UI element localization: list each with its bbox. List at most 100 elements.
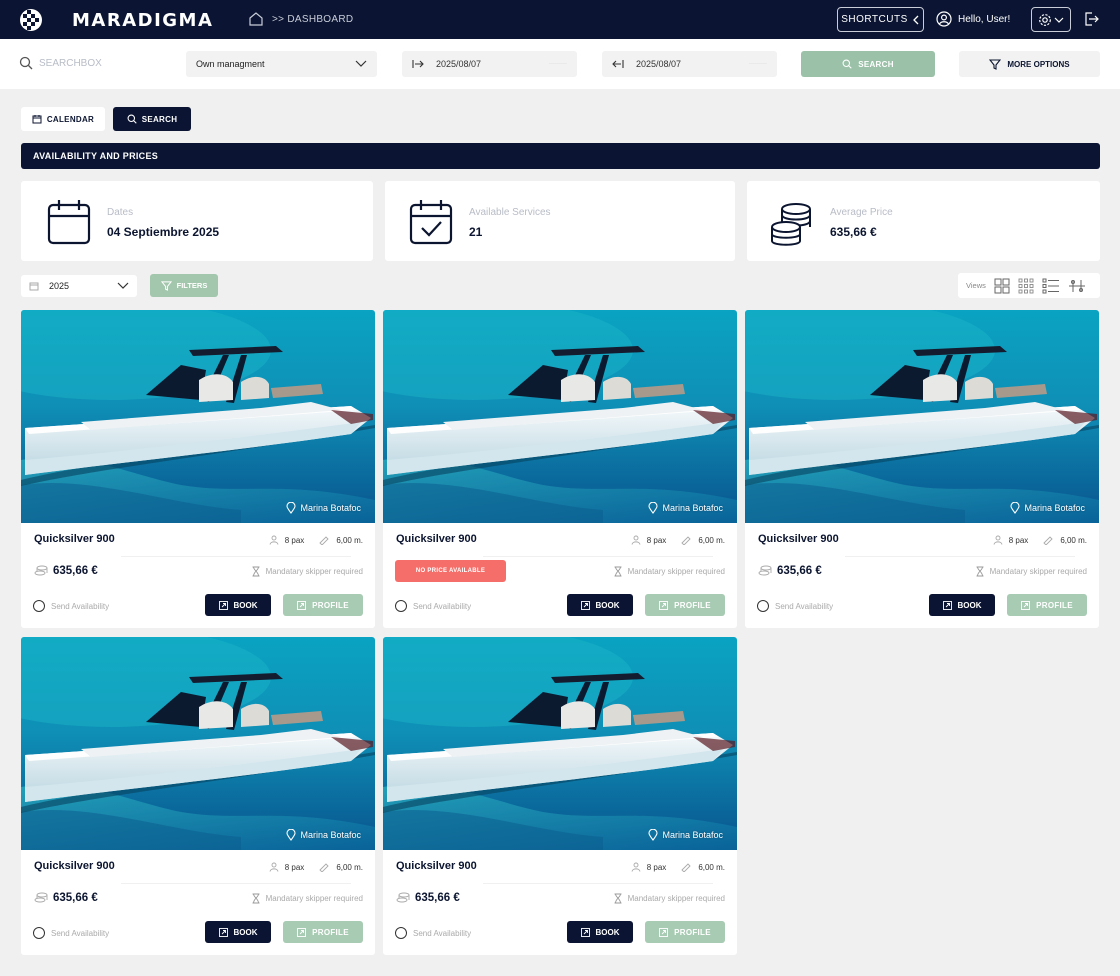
external-link-icon [580, 600, 590, 610]
location-pin-icon [286, 829, 297, 841]
boat-name[interactable]: Quicksilver 900 [34, 860, 115, 872]
grid-small-icon[interactable] [1018, 278, 1034, 294]
calendar-check-icon [409, 200, 453, 245]
search-icon [19, 56, 33, 70]
tab-search[interactable]: SEARCH [113, 107, 191, 131]
divider [483, 883, 713, 884]
send-availability-checkbox[interactable] [33, 600, 45, 612]
profile-label: PROFILE [1036, 600, 1073, 610]
search-bar: SEARCHBOX Own managment 2025/08/07 ·····… [0, 39, 1120, 89]
ruler-icon [319, 863, 329, 872]
brand-name[interactable]: MARADIGMA [72, 10, 213, 31]
boat-card[interactable]: Marina Botafoc Quicksilver 900 8 pax 6,0… [21, 310, 375, 628]
tab-calendar[interactable]: CALENDAR [21, 107, 105, 131]
home-icon[interactable] [248, 11, 264, 27]
logout-icon[interactable] [1083, 11, 1099, 27]
breadcrumb[interactable]: >> DASHBOARD [272, 14, 353, 25]
send-availability[interactable]: Send Availability [33, 600, 109, 612]
send-availability[interactable]: Send Availability [757, 600, 833, 612]
ruler-icon [319, 536, 329, 545]
boat-name[interactable]: Quicksilver 900 [396, 860, 477, 872]
pax-value: 8 pax [284, 535, 305, 545]
length-value: 6,00 m. [1060, 535, 1087, 545]
profile-button[interactable]: PROFILE [283, 594, 363, 616]
boat-name[interactable]: Quicksilver 900 [758, 533, 839, 545]
send-availability-checkbox[interactable] [757, 600, 769, 612]
profile-button[interactable]: PROFILE [1007, 594, 1087, 616]
book-button[interactable]: BOOK [205, 921, 271, 943]
external-link-icon [218, 927, 228, 937]
boat-card[interactable]: Marina Botafoc Quicksilver 900 8 pax 6,0… [745, 310, 1099, 628]
coins-icon [396, 892, 410, 903]
length-value: 6,00 m. [698, 535, 725, 545]
skipper-note: Mandatary skipper required [251, 566, 363, 577]
boat-specs: 8 pax 6,00 m. [631, 862, 725, 872]
calendar-icon [29, 282, 39, 291]
search-input[interactable]: SEARCHBOX [39, 58, 102, 69]
location-pin-icon [1010, 502, 1021, 514]
send-availability[interactable]: Send Availability [395, 600, 471, 612]
stat-price-label: Average Price [830, 207, 893, 218]
send-availability[interactable]: Send Availability [33, 927, 109, 939]
date-to-field[interactable]: 2025/08/07 ········· [602, 51, 777, 77]
send-availability-checkbox[interactable] [395, 600, 407, 612]
coins-icon [758, 565, 772, 576]
profile-button[interactable]: PROFILE [645, 594, 725, 616]
boat-photo[interactable] [383, 637, 737, 850]
location-label: Marina Botafoc [300, 503, 361, 513]
book-button[interactable]: BOOK [567, 921, 633, 943]
book-button[interactable]: BOOK [929, 594, 995, 616]
person-icon [269, 862, 279, 872]
management-value: Own managment [196, 59, 265, 69]
search-button[interactable]: SEARCH [801, 51, 935, 77]
boat-name[interactable]: Quicksilver 900 [396, 533, 477, 545]
management-select[interactable]: Own managment [186, 51, 377, 77]
price-value: 635,66 € [777, 565, 822, 577]
boat-specs: 8 pax 6,00 m. [631, 535, 725, 545]
timeline-icon[interactable] [1068, 278, 1086, 294]
boat-photo[interactable] [745, 310, 1099, 523]
views-switcher: Views [958, 273, 1100, 298]
profile-button[interactable]: PROFILE [645, 921, 725, 943]
boat-card[interactable]: Marina Botafoc Quicksilver 900 8 pax 6,0… [383, 310, 737, 628]
arrow-left-bar-icon [612, 60, 624, 68]
profile-label: PROFILE [674, 600, 711, 610]
shortcuts-button[interactable]: SHORTCUTS [837, 7, 924, 32]
profile-button[interactable]: PROFILE [283, 921, 363, 943]
send-availability[interactable]: Send Availability [395, 927, 471, 939]
filters-button[interactable]: FILTERS [150, 274, 218, 297]
book-button[interactable]: BOOK [567, 594, 633, 616]
date-from-field[interactable]: 2025/08/07 ········· [402, 51, 577, 77]
user-greeting: Hello, User! [958, 13, 1011, 25]
grid-large-icon[interactable] [994, 278, 1010, 294]
send-availability-checkbox[interactable] [33, 927, 45, 939]
book-button[interactable]: BOOK [205, 594, 271, 616]
no-price-badge: NO PRICE AVAILABLE [395, 560, 506, 582]
logo-icon[interactable] [19, 8, 43, 32]
boat-photo[interactable] [21, 310, 375, 523]
profile-label: PROFILE [674, 927, 711, 937]
boat-name[interactable]: Quicksilver 900 [34, 533, 115, 545]
skipper-note: Mandatary skipper required [251, 893, 363, 904]
send-availability-checkbox[interactable] [395, 927, 407, 939]
boat-card[interactable]: Marina Botafoc Quicksilver 900 8 pax 6,0… [383, 637, 737, 955]
boat-photo[interactable] [21, 637, 375, 850]
search-box[interactable]: SEARCHBOX [19, 56, 102, 70]
tab-search-label: SEARCH [141, 114, 178, 124]
divider [121, 556, 351, 557]
location-label: Marina Botafoc [662, 503, 723, 513]
user-menu[interactable]: Hello, User! [936, 11, 1010, 27]
pax-value: 8 pax [646, 862, 667, 872]
more-options-button[interactable]: MORE OPTIONS [959, 51, 1100, 77]
boat-card[interactable]: Marina Botafoc Quicksilver 900 8 pax 6,0… [21, 637, 375, 955]
divider [121, 883, 351, 884]
book-label: BOOK [595, 927, 620, 937]
settings-button[interactable] [1031, 7, 1071, 32]
skipper-label: Mandatary skipper required [627, 567, 725, 576]
boat-photo[interactable] [383, 310, 737, 523]
price: 635,66 € [396, 892, 460, 904]
year-select[interactable]: 2025 [21, 275, 137, 297]
arrow-right-bar-icon [412, 60, 424, 68]
list-icon[interactable] [1042, 278, 1060, 294]
ruler-icon [681, 863, 691, 872]
